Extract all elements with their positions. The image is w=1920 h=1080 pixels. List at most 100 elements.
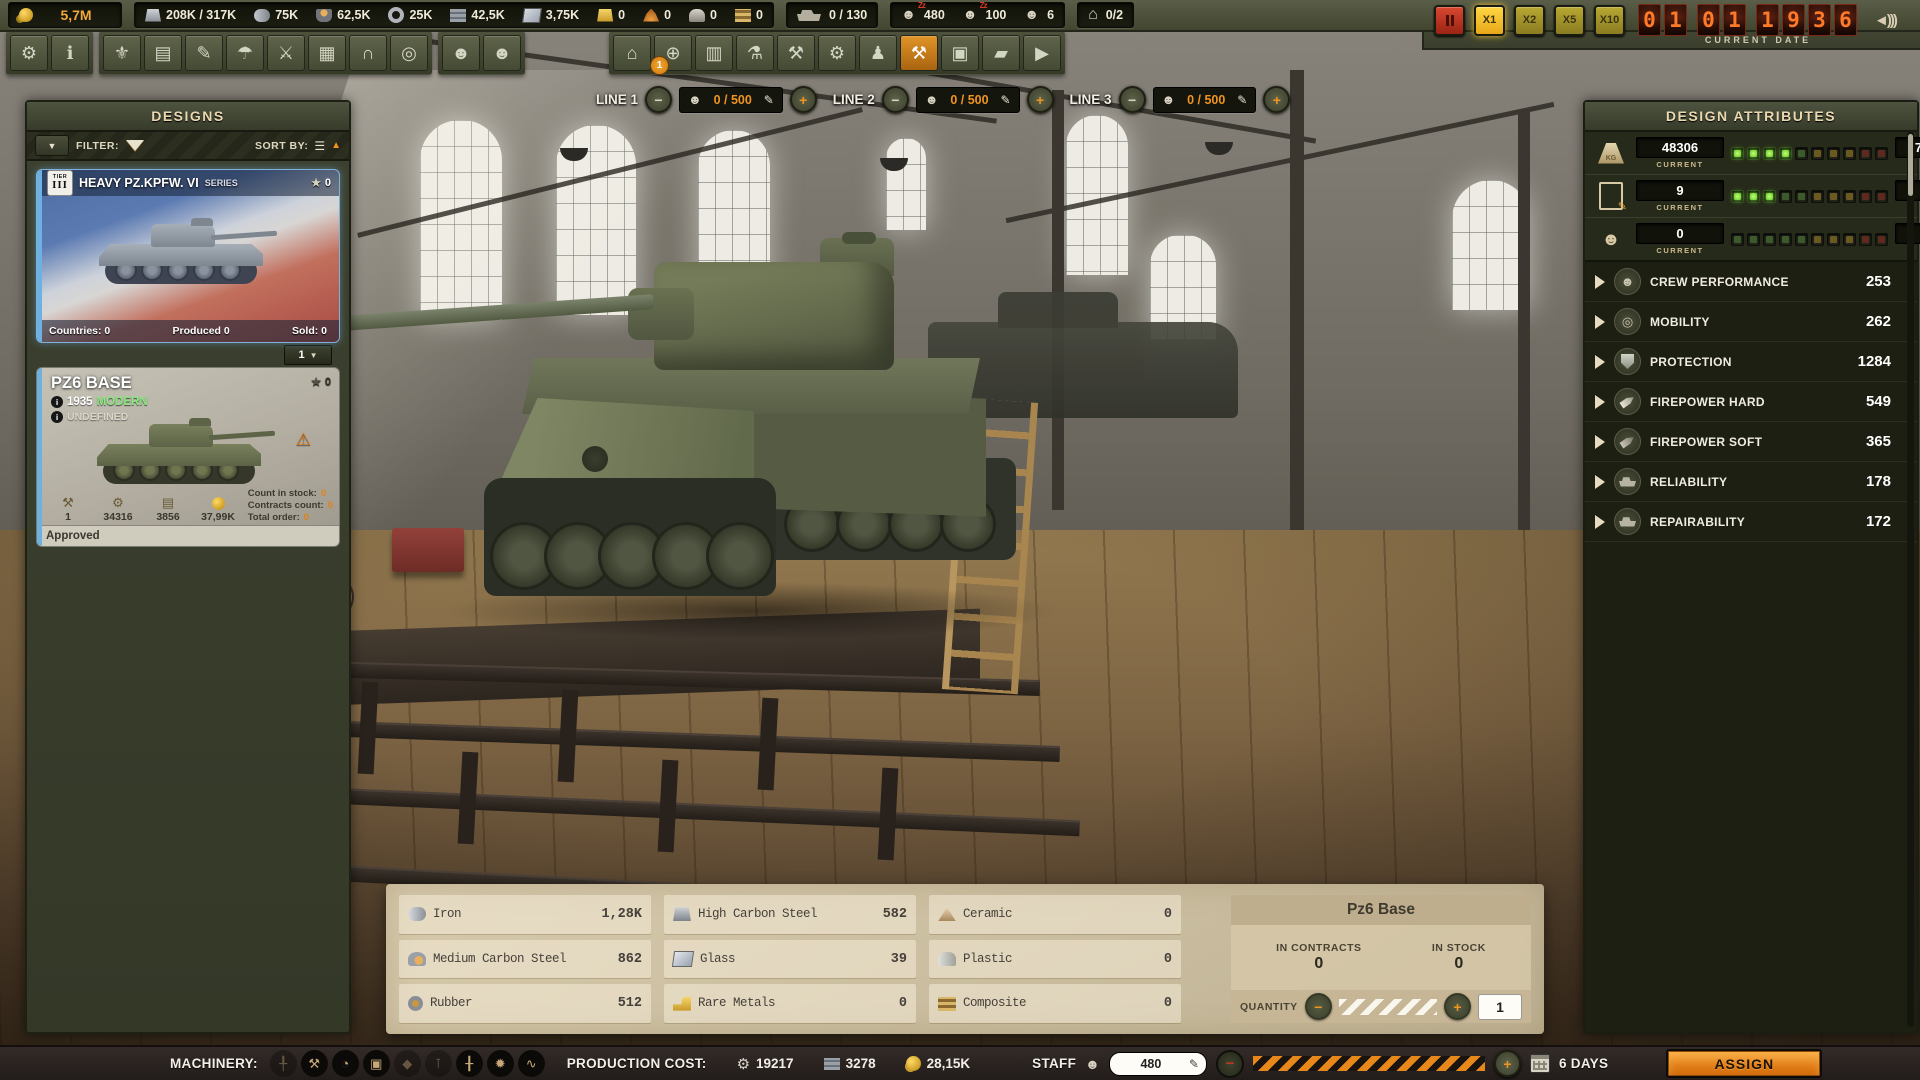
- series-count-dropdown[interactable]: 1 ▼: [284, 345, 332, 365]
- resource-value: 0: [710, 8, 717, 22]
- resource-value: 25K: [409, 8, 432, 22]
- staff-slider[interactable]: [1253, 1056, 1485, 1071]
- iron-ingot-icon: [145, 9, 161, 22]
- in-contracts-label: IN CONTRACTS: [1276, 942, 1361, 954]
- manager-icon: ☻: [1024, 6, 1039, 24]
- tank-storage-display: 0 / 130: [786, 2, 878, 28]
- design-card-pz6-base[interactable]: PZ6 BASE 1935 MODERN UNDEFINED ★ 0: [36, 367, 340, 547]
- military-button[interactable]: ⚔: [267, 35, 305, 71]
- filter-funnel-icon[interactable]: [126, 140, 144, 151]
- expand-arrow[interactable]: [1595, 475, 1605, 489]
- prototypes-button[interactable]: ♟: [859, 35, 897, 71]
- info-icon: [51, 411, 63, 423]
- tank-park-button[interactable]: ▰: [982, 35, 1020, 71]
- shield-icon: [1614, 348, 1641, 375]
- intelligence-button[interactable]: ☂: [226, 35, 264, 71]
- line-1-plus-button[interactable]: +: [790, 86, 817, 113]
- world-market-button[interactable]: ⊕1: [654, 35, 692, 71]
- materials-column-1: Iron 1,28K Medium Carbon Steel 862 Rubbe…: [399, 895, 651, 1023]
- designs-panel: DESIGNS ▼ FILTER: SORT BY: ☰ ▲ TIER III …: [25, 100, 351, 1034]
- line-1-minus-button[interactable]: −: [645, 86, 672, 113]
- order-label: Total order:: [248, 512, 300, 523]
- ap-shell-icon: [1614, 388, 1641, 415]
- components-button[interactable]: ▣: [941, 35, 979, 71]
- speed-x1-button[interactable]: X1: [1474, 5, 1505, 36]
- housing-display: ⌂ 0/2: [1077, 2, 1134, 28]
- money-display: 5,7M: [8, 2, 122, 28]
- medal-counter: ★ 0: [310, 374, 331, 390]
- quantity-slider[interactable]: [1339, 999, 1437, 1015]
- panel-filler: [1585, 542, 1917, 1032]
- speed-x2-button[interactable]: X2: [1514, 5, 1545, 36]
- line-2-minus-button[interactable]: −: [882, 86, 909, 113]
- line-1-label: LINE 1: [596, 92, 638, 107]
- line-3-edit-icon[interactable]: ✎: [1237, 93, 1247, 107]
- pipe-bender-icon: ∿: [518, 1050, 545, 1077]
- engineers-resting-value: 100: [986, 8, 1007, 22]
- approved-status-badge: Approved: [37, 525, 339, 546]
- maintenance-button[interactable]: ⚙: [818, 35, 856, 71]
- expand-arrow[interactable]: [1595, 275, 1605, 289]
- newspaper-button[interactable]: ▤: [144, 35, 182, 71]
- staff-plus-button[interactable]: +: [1494, 1050, 1521, 1077]
- sold-stat: Sold: 0: [292, 325, 327, 337]
- series-card-heavy-pzkpfw-vi[interactable]: TIER III HEAVY PZ.KPFW. VI SERIES ★ 0 Co…: [36, 169, 340, 343]
- quantity-value[interactable]: 1: [1478, 994, 1522, 1020]
- tank-export-button[interactable]: ▶: [1023, 35, 1061, 71]
- expand-arrow[interactable]: [1595, 395, 1605, 409]
- attribute-value: 172: [1866, 513, 1891, 530]
- complexity-gauge: 9CURRENT 15MAX: [1585, 175, 1917, 218]
- engineers-button[interactable]: ☻: [483, 35, 521, 71]
- staff-edit-icon[interactable]: ✎: [1189, 1057, 1199, 1071]
- staff-controls: STAFF ☻ ✎ − + 6 DAYS: [1032, 1050, 1608, 1078]
- science-dome-button[interactable]: ∩: [349, 35, 387, 71]
- sound-toggle-icon[interactable]: ◄))): [1874, 12, 1896, 29]
- speed-x5-button[interactable]: X5: [1554, 5, 1585, 36]
- calendar-icon: [1530, 1054, 1550, 1073]
- info-icon: [51, 396, 63, 408]
- quantity-minus-button[interactable]: −: [1305, 993, 1332, 1020]
- expand-arrow[interactable]: [1595, 515, 1605, 529]
- medal-icon: ★: [310, 175, 322, 191]
- tiger-tank-model[interactable]: [432, 210, 1032, 640]
- city-icon: ▦: [318, 43, 335, 64]
- vault-button[interactable]: ◎: [390, 35, 428, 71]
- line-3-plus-button[interactable]: +: [1263, 86, 1290, 113]
- sort-icon[interactable]: ☰: [314, 139, 325, 153]
- speed-x10-button[interactable]: X10: [1594, 5, 1625, 36]
- assign-button[interactable]: ASSIGN: [1666, 1049, 1822, 1078]
- line-1-edit-icon[interactable]: ✎: [764, 93, 774, 107]
- pause-button[interactable]: [1434, 5, 1465, 36]
- attribute-row-firepower-soft: FIREPOWER SOFT 365: [1585, 422, 1917, 462]
- report-icon: ✎: [196, 43, 211, 64]
- staff-input[interactable]: [1117, 1056, 1185, 1072]
- expand-arrow[interactable]: [1595, 355, 1605, 369]
- house-icon: ⌂: [1088, 7, 1098, 23]
- expand-arrow[interactable]: [1595, 435, 1605, 449]
- contracts-button[interactable]: ▥: [695, 35, 733, 71]
- city-button[interactable]: ▦: [308, 35, 346, 71]
- line-2-edit-icon[interactable]: ✎: [1000, 93, 1010, 107]
- production-button[interactable]: ⚒: [900, 35, 938, 71]
- line-3-minus-button[interactable]: −: [1119, 86, 1146, 113]
- line-2-plus-button[interactable]: +: [1027, 86, 1054, 113]
- tank-icon: ▰: [994, 43, 1008, 64]
- settings-button[interactable]: ⚙: [10, 35, 48, 71]
- quantity-plus-button[interactable]: +: [1444, 993, 1471, 1020]
- collapse-dropdown-button[interactable]: ▼: [35, 135, 69, 156]
- research-button[interactable]: ⚗: [736, 35, 774, 71]
- scrollbar-thumb[interactable]: [1908, 134, 1913, 196]
- staff-minus-button[interactable]: −: [1216, 1050, 1244, 1078]
- factory-button[interactable]: ⌂: [613, 35, 651, 71]
- line-3-slot: ☻ 0 / 500 ✎: [1153, 87, 1257, 113]
- chevron-down-icon: ▼: [310, 351, 318, 360]
- reports-button[interactable]: ✎: [185, 35, 223, 71]
- expand-arrow[interactable]: [1595, 315, 1605, 329]
- info-button[interactable]: ℹ: [51, 35, 89, 71]
- achievements-button[interactable]: ⚜: [103, 35, 141, 71]
- sort-direction-icon[interactable]: ▲: [331, 140, 341, 151]
- briefcase-icon: ▥: [705, 43, 722, 64]
- workshop-button[interactable]: ⚒: [777, 35, 815, 71]
- steel-cylinder-icon: [254, 9, 270, 22]
- workers-button[interactable]: ☻: [442, 35, 480, 71]
